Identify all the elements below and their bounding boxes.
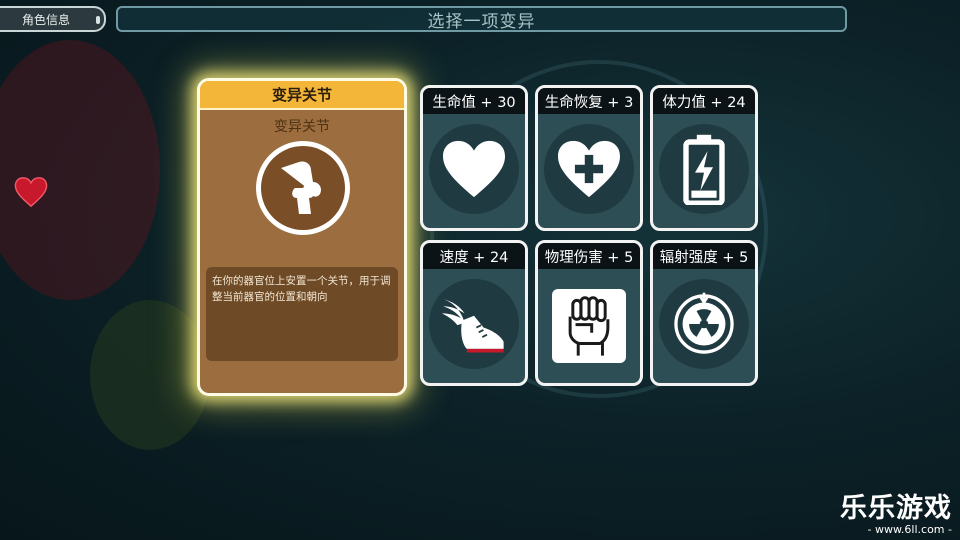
mutation-card-health-regen[interactable]: 生命恢复 + 3 [535,85,643,231]
knee-joint-icon [256,141,350,235]
mutation-card-radiation[interactable]: 辐射强度 + 5 [650,240,758,386]
battery-icon-circle [659,124,749,214]
mutation-label: 生命值 + 30 [423,88,525,114]
radiation-icon [674,292,734,354]
character-info-button[interactable]: 角色信息 [0,6,106,32]
mutation-label: 体力值 + 24 [653,88,755,114]
mutation-card-stamina[interactable]: 体力值 + 24 [650,85,758,231]
title-text: 选择一项变异 [427,11,536,32]
heart-plus-icon-circle [544,124,634,214]
heart-icon-circle [429,124,519,214]
winged-shoe-icon-circle [429,279,519,369]
watermark: 乐乐游戏 - www.6ll.com - [840,486,952,536]
fist-icon-circle [552,289,626,363]
watermark-title: 乐乐游戏 [840,493,952,524]
mutation-label: 生命恢复 + 3 [538,88,640,114]
selected-mutation-description: 在你的器官位上安置一个关节，用于调整当前器官的位置和朝向 [206,267,398,361]
winged-shoe-icon [442,299,504,353]
battery-bolt-icon [683,134,725,205]
background-blob [0,40,160,300]
fist-icon [568,296,610,356]
selected-mutation-header: 变异关节 [200,81,404,110]
toggle-indicator [96,16,100,24]
background-blob [90,300,210,450]
heart-icon [443,140,505,198]
mutation-label: 物理伤害 + 5 [538,243,640,269]
radiation-icon-circle [659,279,749,369]
mutation-label: 速度 + 24 [423,243,525,269]
heart-plus-icon [558,140,620,198]
mutation-card-speed[interactable]: 速度 + 24 [420,240,528,386]
mutation-label: 辐射强度 + 5 [653,243,755,269]
health-heart-icon [14,176,48,212]
page-title: 选择一项变异 [116,6,847,32]
mutation-card-health[interactable]: 生命值 + 30 [420,85,528,231]
selected-mutation-card[interactable]: 变异关节 变异关节 在你的器官位上安置一个关节，用于调整当前器官的位置和朝向 [197,78,407,396]
selected-mutation-subtitle: 变异关节 [274,119,330,135]
mutation-card-physical-damage[interactable]: 物理伤害 + 5 [535,240,643,386]
character-info-label: 角色信息 [22,12,71,27]
